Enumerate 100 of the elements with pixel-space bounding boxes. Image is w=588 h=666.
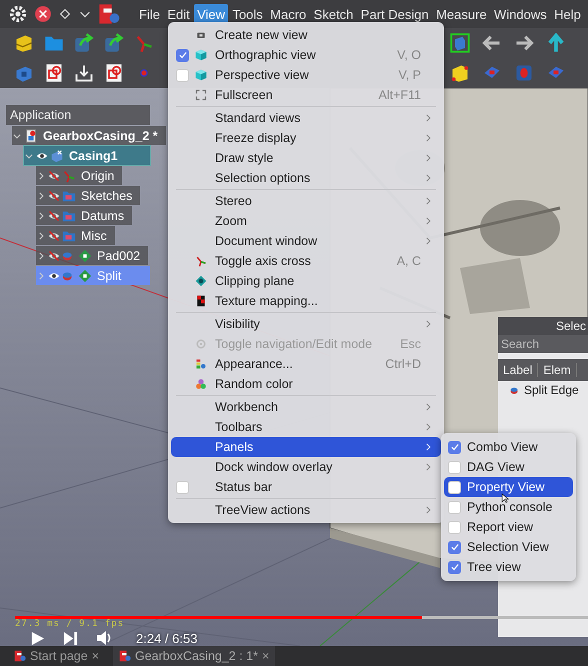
forward-arrow-icon[interactable] bbox=[514, 33, 534, 53]
menu-item[interactable]: Measure bbox=[433, 4, 490, 24]
export-icon[interactable] bbox=[104, 33, 124, 53]
hidden-eye-icon[interactable] bbox=[48, 190, 60, 202]
checkbox[interactable] bbox=[448, 480, 461, 494]
menu-item[interactable]: DAG View bbox=[444, 457, 573, 477]
tree-item[interactable]: Casing1 bbox=[24, 146, 150, 165]
menu-item[interactable]: Create new view bbox=[171, 25, 441, 45]
search-field[interactable]: Search bbox=[498, 335, 588, 353]
shortcut-text: Ctrl+D bbox=[385, 357, 421, 371]
export-icon[interactable] bbox=[74, 33, 94, 53]
tree-item[interactable]: Datums bbox=[36, 206, 132, 225]
menu-item[interactable]: Edit bbox=[164, 4, 193, 24]
progress-track[interactable] bbox=[15, 616, 588, 619]
menu-item[interactable]: Zoom bbox=[171, 211, 441, 231]
menu-item[interactable]: Standard views bbox=[171, 108, 441, 128]
menu-item[interactable]: Part Design bbox=[358, 4, 432, 24]
menu-item[interactable]: Report view bbox=[444, 517, 573, 537]
menu-item[interactable]: Toggle axis cross A, C bbox=[171, 251, 441, 271]
cube-icon[interactable] bbox=[450, 33, 470, 53]
menu-item[interactable]: Workbench bbox=[171, 397, 441, 417]
color-dots-icon bbox=[195, 378, 207, 390]
menu-item[interactable]: Help bbox=[551, 4, 584, 24]
volume-icon[interactable] bbox=[96, 630, 112, 646]
menu-item[interactable]: Toolbars bbox=[171, 417, 441, 437]
axis-icon bbox=[195, 255, 207, 267]
menu-item[interactable]: Dock window overlay bbox=[171, 457, 441, 477]
menu-item[interactable]: Freeze display bbox=[171, 128, 441, 148]
hidden-eye-icon[interactable] bbox=[48, 170, 60, 182]
axis-icon[interactable] bbox=[134, 33, 154, 53]
back-arrow-icon[interactable] bbox=[482, 33, 502, 53]
menu-item[interactable]: Sketch bbox=[310, 4, 356, 24]
menu-item[interactable]: Macro bbox=[267, 4, 310, 24]
shortcut-text: A, C bbox=[396, 254, 421, 268]
diamond-icon[interactable] bbox=[58, 7, 72, 21]
checkbox[interactable] bbox=[176, 68, 189, 82]
up-arrow-icon[interactable] bbox=[546, 33, 566, 53]
logo-icon bbox=[119, 650, 131, 662]
menu-item[interactable]: Perspective view V, P bbox=[171, 65, 441, 85]
fullscreen-icon bbox=[195, 89, 207, 101]
shortcut-text: Esc bbox=[400, 337, 421, 351]
menu-item[interactable]: Panels bbox=[171, 437, 441, 457]
checkbox[interactable] bbox=[448, 540, 461, 554]
menu-item[interactable]: Selection View bbox=[444, 537, 573, 557]
hidden-eye-icon[interactable] bbox=[48, 210, 60, 222]
menu-item[interactable]: Appearance... Ctrl+D bbox=[171, 354, 441, 374]
checkbox[interactable] bbox=[448, 560, 461, 574]
close-icon[interactable] bbox=[34, 5, 52, 23]
menu-item[interactable]: Visibility bbox=[171, 314, 441, 334]
navigation-icon bbox=[195, 338, 207, 350]
menu-item[interactable]: Tree view bbox=[444, 557, 573, 577]
skip-icon[interactable] bbox=[63, 630, 78, 646]
hidden-eye-icon[interactable] bbox=[48, 230, 60, 242]
document-tab[interactable]: Start page × bbox=[8, 646, 105, 666]
clipping-plane-icon bbox=[195, 275, 207, 287]
checkbox[interactable] bbox=[448, 520, 461, 534]
menu-item[interactable]: TreeView actions bbox=[171, 500, 441, 520]
menu-item[interactable]: Orthographic view V, O bbox=[171, 45, 441, 65]
checkbox[interactable] bbox=[176, 480, 189, 494]
hidden-eye-icon[interactable] bbox=[48, 250, 60, 262]
menu-item[interactable]: Windows bbox=[491, 4, 550, 24]
tree-item[interactable]: Misc bbox=[36, 226, 115, 245]
menu-item[interactable]: Tools bbox=[229, 4, 266, 24]
menu-item[interactable]: Fullscreen Alt+F11 bbox=[171, 85, 441, 105]
tree-item[interactable]: Origin bbox=[36, 166, 122, 185]
cube-icon[interactable] bbox=[450, 63, 470, 83]
menu-item[interactable]: Texture mapping... bbox=[171, 291, 441, 311]
logo-icon[interactable] bbox=[98, 3, 120, 25]
gear-icon[interactable] bbox=[8, 4, 28, 24]
checkbox[interactable] bbox=[448, 440, 461, 454]
menu-item[interactable]: View bbox=[194, 4, 228, 24]
document-icon bbox=[24, 128, 38, 142]
menu-item[interactable]: Python console bbox=[444, 497, 573, 517]
menu-item[interactable]: File bbox=[136, 4, 163, 24]
tree-item[interactable]: GearboxCasing_2 * bbox=[12, 126, 166, 145]
selection-item[interactable]: Split Edge bbox=[524, 383, 579, 397]
menu-item[interactable]: Random color bbox=[171, 374, 441, 394]
checkbox[interactable] bbox=[448, 500, 461, 514]
axis-icon bbox=[62, 168, 76, 182]
checkbox[interactable] bbox=[448, 460, 461, 474]
menu-item[interactable]: Status bar bbox=[171, 477, 441, 497]
menu-item[interactable]: Property View bbox=[444, 477, 573, 497]
menu-item[interactable]: Selection options bbox=[171, 168, 441, 188]
close-button[interactable]: × bbox=[92, 649, 99, 663]
menu-item[interactable]: Clipping plane bbox=[171, 271, 441, 291]
tree-item[interactable]: Sketches bbox=[36, 186, 140, 205]
menu-item[interactable]: Draw style bbox=[171, 148, 441, 168]
document-tab[interactable]: GearboxCasing_2 : 1* × bbox=[113, 646, 276, 666]
menu-item[interactable]: Combo View bbox=[444, 437, 573, 457]
stack-icon[interactable] bbox=[14, 33, 34, 53]
menu-item[interactable]: Stereo bbox=[171, 191, 441, 211]
logo-icon bbox=[14, 650, 26, 662]
checkbox[interactable] bbox=[176, 48, 189, 62]
texture-icon bbox=[195, 295, 207, 307]
panel-header: Application bbox=[6, 105, 150, 125]
close-button[interactable]: × bbox=[262, 649, 270, 663]
check-icon bbox=[450, 442, 460, 452]
import-icon[interactable] bbox=[74, 63, 94, 83]
menu-item[interactable]: Document window bbox=[171, 231, 441, 251]
tree-item[interactable]: Pad002 bbox=[36, 246, 148, 265]
